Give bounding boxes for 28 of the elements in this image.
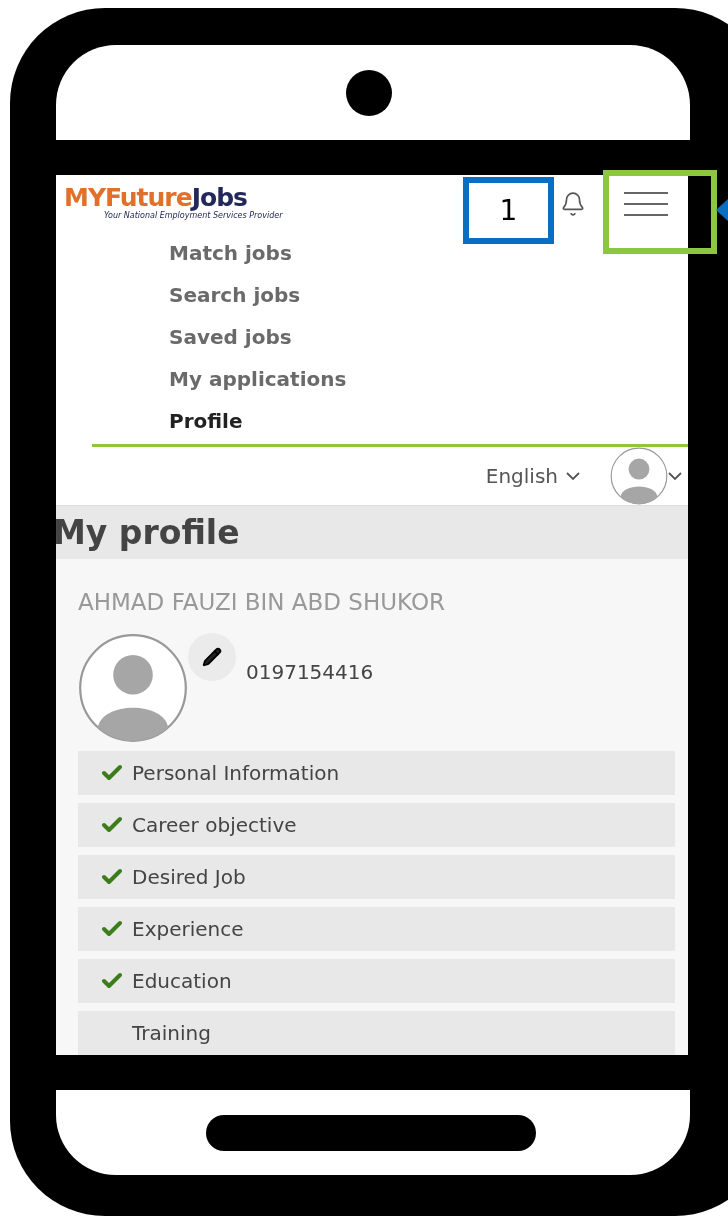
notification-bell-icon[interactable]: [560, 190, 586, 217]
edit-photo-button[interactable]: [188, 633, 236, 681]
chevron-down-icon: [668, 472, 682, 481]
profile-section-item[interactable]: Training: [78, 1011, 675, 1055]
nav-link[interactable]: Search jobs: [169, 274, 688, 317]
logo-tagline: Your National Employment Services Provider: [104, 211, 284, 223]
user-avatar-icon: [610, 447, 668, 506]
pencil-icon: [202, 647, 222, 667]
profile-section-item[interactable]: Career objective: [78, 803, 675, 847]
nav-link[interactable]: Profile: [169, 400, 688, 443]
nav-link[interactable]: My applications: [169, 358, 688, 401]
nav-link[interactable]: Saved jobs: [169, 316, 688, 359]
profile-section-item[interactable]: Experience: [78, 907, 675, 951]
language-dropdown[interactable]: English: [485, 461, 580, 492]
pointer-arrow-icon: [716, 199, 728, 221]
profile-name: AHMAD FAUZI BIN ABD SHUKOR: [78, 587, 446, 617]
profile-section-item[interactable]: Education: [78, 959, 675, 1003]
page-title: My profile: [56, 511, 240, 554]
menu-icon[interactable]: [624, 191, 668, 216]
account-menu-button[interactable]: [610, 447, 682, 506]
chevron-down-icon: [566, 472, 580, 481]
phone-number: 0197154416: [246, 659, 374, 686]
logo[interactable]: MYFutureJobs: [64, 185, 314, 211]
profile-section-item[interactable]: Desired Job: [78, 855, 675, 899]
annotation-box: 1: [463, 177, 554, 244]
profile-photo-icon: [78, 633, 188, 743]
home-button[interactable]: [205, 1114, 536, 1151]
profile-section-item[interactable]: Personal Information: [78, 751, 675, 795]
